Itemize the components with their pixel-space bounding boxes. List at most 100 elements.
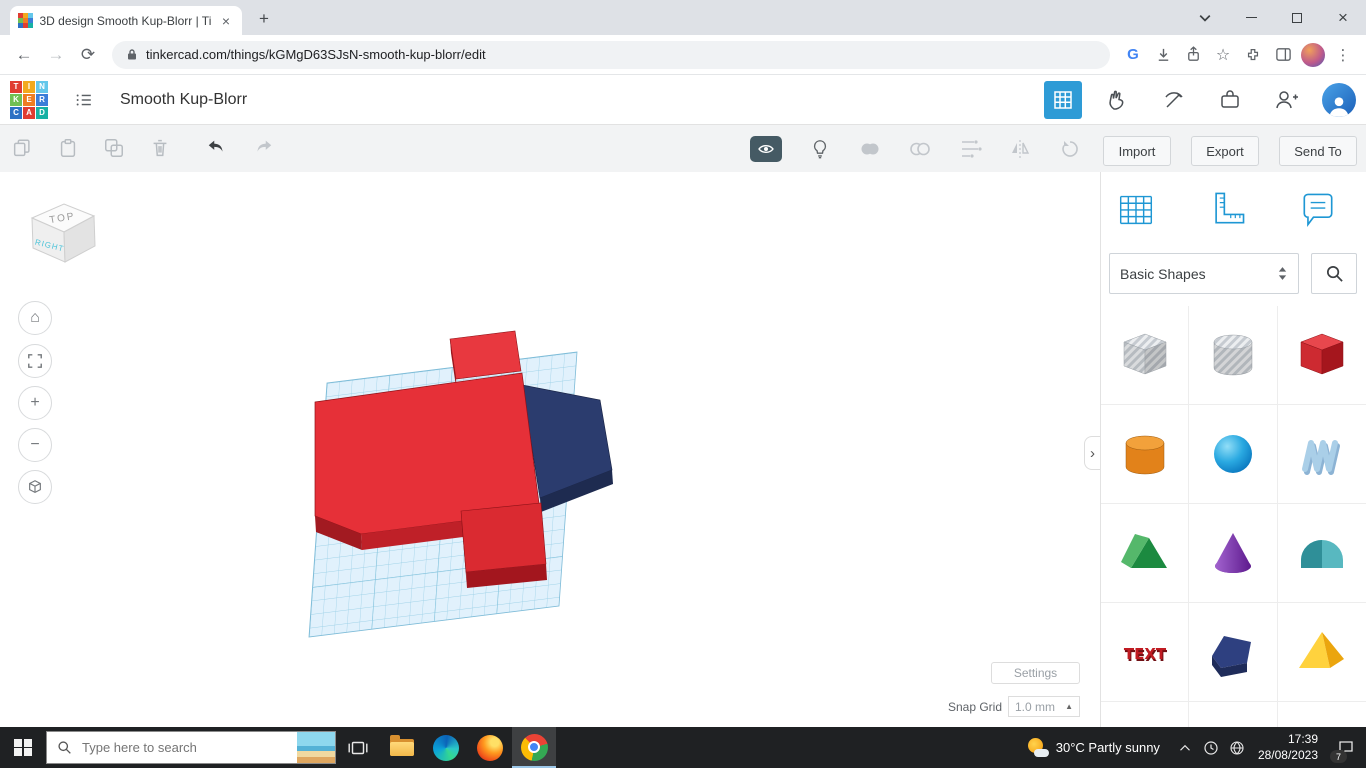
panel-collapse-handle[interactable]: › (1084, 436, 1100, 470)
tinkercad-logo[interactable]: T I N K E R C A D (10, 81, 48, 119)
align-icon[interactable] (958, 137, 982, 161)
task-view-button[interactable] (336, 727, 380, 768)
browser-tab[interactable]: 3D design Smooth Kup-Blorr | Ti × (10, 6, 242, 35)
logo-letter: E (23, 94, 35, 106)
minecraft-pickaxe-icon[interactable] (1154, 80, 1194, 120)
firefox-icon[interactable] (468, 727, 512, 768)
shape-paraboloid[interactable] (1278, 702, 1366, 727)
grid-settings-button[interactable]: Settings (991, 662, 1080, 684)
shape-torus[interactable] (1189, 702, 1277, 727)
simlab-glove-icon[interactable] (1098, 80, 1138, 120)
model-red-bottom-box[interactable] (461, 503, 547, 588)
shape-search-button[interactable] (1311, 253, 1357, 294)
bookmark-star-icon[interactable]: ☆ (1208, 40, 1238, 70)
shape-cone[interactable] (1189, 504, 1277, 603)
perspective-toggle-button[interactable] (18, 470, 52, 504)
shape-pyramid[interactable] (1278, 603, 1366, 702)
design-properties-icon[interactable] (64, 80, 104, 120)
window-maximize-button[interactable] (1274, 0, 1320, 35)
action-center-button[interactable]: 7 (1326, 727, 1366, 768)
shape-roof[interactable] (1101, 504, 1189, 603)
zoom-in-button[interactable]: + (18, 386, 52, 420)
tab-close-icon[interactable]: × (218, 13, 234, 29)
shape-scribble[interactable] (1278, 405, 1366, 504)
reload-icon[interactable]: ⟳ (72, 39, 104, 71)
browser-profile-avatar[interactable] (1298, 40, 1328, 70)
home-view-button[interactable]: ⌂ (18, 301, 52, 335)
side-panel-icon[interactable] (1268, 40, 1298, 70)
shape-half-sphere[interactable] (1101, 702, 1189, 727)
blocks-view-button[interactable] (1044, 81, 1082, 119)
google-account-icon[interactable]: G (1118, 40, 1148, 70)
chrome-icon[interactable] (512, 727, 556, 768)
logo-letter: D (36, 107, 48, 119)
fit-view-button[interactable] (18, 344, 52, 378)
window-minimize-button[interactable] (1228, 0, 1274, 35)
shape-polygon[interactable] (1189, 603, 1277, 702)
tray-expand-chevron-icon[interactable] (1172, 727, 1198, 768)
show-all-button[interactable] (750, 136, 782, 162)
rotate-lock-icon[interactable] (1058, 137, 1082, 161)
snap-grid-dropdown[interactable]: 1.0 mm ▲ (1008, 696, 1080, 717)
share-icon[interactable] (1178, 40, 1208, 70)
delete-icon[interactable] (148, 136, 172, 160)
search-highlight-image[interactable] (297, 732, 335, 763)
taskbar-date: 28/08/2023 (1258, 748, 1318, 764)
browser-menu-icon[interactable]: ⋮ (1328, 40, 1358, 70)
undo-icon[interactable] (205, 136, 229, 160)
shape-category-dropdown[interactable]: Basic Shapes (1109, 253, 1299, 294)
lightbulb-icon[interactable] (808, 137, 832, 161)
tray-clock-icon[interactable] (1198, 727, 1224, 768)
shape-text[interactable]: TEXT TEXT (1101, 603, 1189, 702)
design-title[interactable]: Smooth Kup-Blorr (120, 91, 247, 109)
notes-tool-icon[interactable] (1295, 186, 1341, 232)
shape-box[interactable] (1278, 306, 1366, 405)
shape-round-roof[interactable] (1278, 504, 1366, 603)
import-button[interactable]: Import (1103, 136, 1171, 166)
classes-bag-icon[interactable] (1210, 80, 1250, 120)
taskbar-search-input[interactable] (80, 739, 289, 756)
shape-cylinder[interactable] (1101, 405, 1189, 504)
workplane-tool-icon[interactable] (1113, 186, 1159, 232)
duplicate-icon[interactable] (102, 136, 126, 160)
back-icon[interactable]: ← (8, 39, 40, 71)
edge-icon[interactable] (424, 727, 468, 768)
browser-tab-bar: 3D design Smooth Kup-Blorr | Ti × + × (0, 0, 1366, 35)
new-tab-button[interactable]: + (252, 7, 276, 31)
send-to-button[interactable]: Send To (1279, 136, 1357, 166)
taskbar-search-box[interactable] (46, 731, 336, 764)
download-icon[interactable] (1148, 40, 1178, 70)
user-avatar[interactable] (1322, 83, 1356, 117)
shape-cylinder-hole[interactable] (1189, 306, 1277, 405)
paste-icon[interactable] (56, 136, 80, 160)
url-field[interactable]: tinkercad.com/things/kGMgD63SJsN-smooth-… (112, 41, 1110, 69)
mirror-icon[interactable] (1008, 137, 1032, 161)
search-icon (1325, 264, 1344, 283)
lock-icon (126, 48, 138, 61)
ungroup-icon[interactable] (908, 137, 932, 161)
shape-category-value: Basic Shapes (1120, 266, 1206, 282)
tab-search-icon[interactable] (1182, 0, 1228, 35)
extensions-puzzle-icon[interactable] (1238, 40, 1268, 70)
shape-box-hole[interactable] (1101, 306, 1189, 405)
copy-icon[interactable] (10, 136, 34, 160)
shape-sphere[interactable] (1189, 405, 1277, 504)
3d-scene[interactable] (280, 320, 640, 650)
shapes-panel: › Basic Shapes (1100, 172, 1366, 727)
taskbar-weather[interactable]: 30°C Partly sunny (1015, 737, 1172, 759)
view-cube[interactable]: TOP RIGHT (24, 188, 104, 278)
taskbar-clock[interactable]: 17:39 28/08/2023 (1250, 732, 1326, 763)
export-button[interactable]: Export (1191, 136, 1259, 166)
ruler-tool-icon[interactable] (1205, 186, 1251, 232)
snap-grid-arrow-icon: ▲ (1065, 702, 1073, 711)
forward-icon[interactable]: → (40, 39, 72, 71)
window-close-button[interactable]: × (1320, 0, 1366, 35)
group-icon[interactable] (858, 137, 882, 161)
file-explorer-icon[interactable] (380, 727, 424, 768)
redo-icon[interactable] (251, 136, 275, 160)
zoom-out-button[interactable]: − (18, 428, 52, 462)
invite-person-icon[interactable] (1266, 80, 1306, 120)
start-button[interactable] (0, 727, 46, 768)
tray-network-icon[interactable] (1224, 727, 1250, 768)
url-text: tinkercad.com/things/kGMgD63SJsN-smooth-… (146, 47, 486, 62)
